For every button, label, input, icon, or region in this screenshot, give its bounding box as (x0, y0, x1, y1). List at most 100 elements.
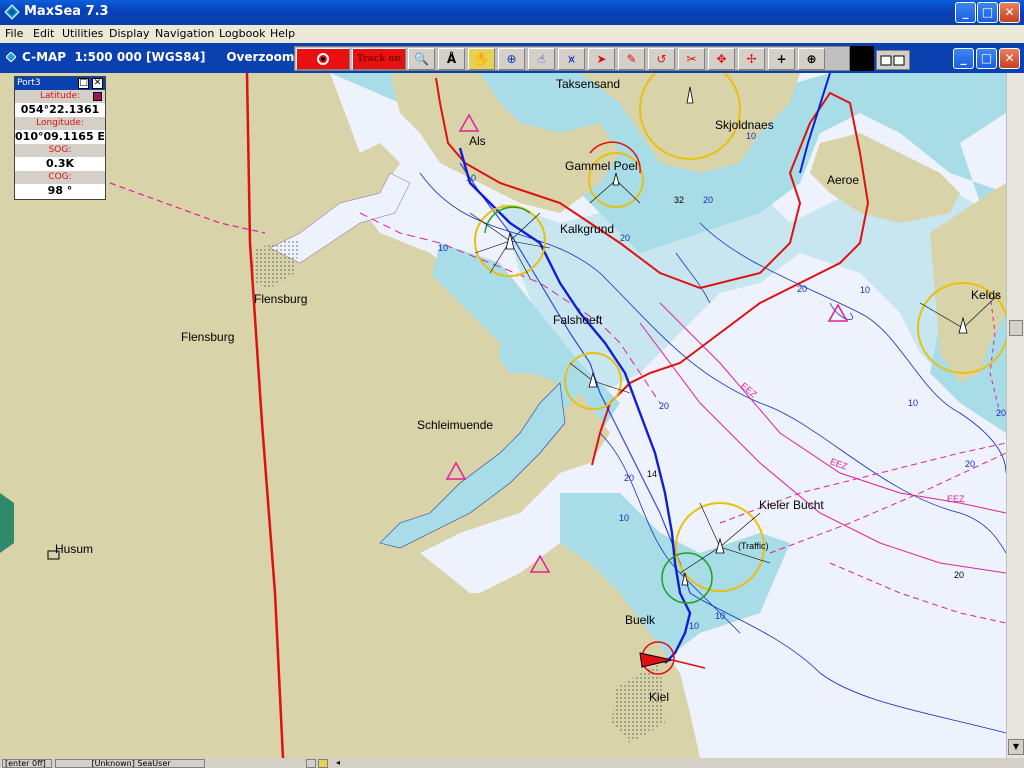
chart-toolbar: C-MAP 1:500 000 [WGS84] Overzoom Track o… (0, 43, 1024, 73)
pencil-button[interactable]: ✎ (618, 48, 645, 70)
cursor-icon: ➤ (596, 52, 607, 66)
scissors-button[interactable]: ✂ (678, 48, 705, 70)
land-mass (0, 493, 14, 553)
measure-icon: ⩙ (568, 52, 575, 66)
pan-button[interactable]: ☝ (528, 48, 555, 70)
depth-sounding: 10 (746, 131, 757, 141)
status-indicator (318, 759, 328, 768)
zoom-icon: 🔍 (414, 52, 429, 66)
app-icon (4, 4, 20, 20)
chart-scale-info: C-MAP 1:500 000 [WGS84] Overzoom (22, 50, 295, 64)
zoom-button[interactable]: 🔍 (408, 48, 435, 70)
place-schleimuende: Schleimuende (417, 418, 494, 432)
target-button[interactable]: ⊕ (498, 48, 525, 70)
vertical-scrollbar[interactable]: ▼ (1006, 73, 1024, 758)
depth-sounding: 20 (703, 195, 714, 205)
plus-button[interactable]: + (768, 48, 795, 70)
menu-help[interactable]: Help (270, 27, 295, 40)
undo-icon: ↺ (656, 52, 667, 66)
move-button[interactable]: ✢ (738, 48, 765, 70)
cog-label: COG: (15, 171, 105, 184)
depth-sounding: 10 (689, 621, 700, 631)
hand-icon: ✋ (474, 52, 489, 66)
panel-close-button[interactable]: ✕ (92, 78, 103, 89)
target-icon: ⊕ (506, 52, 517, 66)
panel-title-bar[interactable]: Port3 □ ✕ (15, 77, 105, 90)
latitude-value: 054°22.1361 N (20, 103, 100, 130)
chart-icon (6, 52, 16, 62)
color-swatch[interactable] (850, 46, 874, 71)
depth-sounding: 20 (624, 473, 635, 483)
depth-sounding: 20 (954, 570, 965, 580)
depth-sounding: 20 (620, 233, 631, 243)
panel-minimize-button[interactable]: □ (78, 78, 89, 89)
depth-sounding: 20 (659, 401, 670, 411)
status-bar: [enter 0ff] [Unknown] SeaUser ◂ (0, 758, 1024, 768)
undo-button[interactable]: ↺ (648, 48, 675, 70)
menu-edit[interactable]: Edit (33, 27, 54, 40)
longitude-label: Longitude: (15, 117, 105, 130)
depth-sounding: 10 (908, 398, 919, 408)
hand-button[interactable]: ✋ (468, 48, 495, 70)
window-icon (880, 55, 905, 66)
place-taksensand: Taksensand (556, 77, 621, 91)
compass-button[interactable]: Å (438, 48, 465, 70)
place-als: Als (469, 134, 486, 148)
depth-sounding: 10 (715, 611, 726, 621)
place-flensburg: Flensburg (181, 330, 235, 344)
menu-display[interactable]: Display (109, 27, 150, 40)
depth-sounding: 10 (619, 513, 630, 523)
minimize-button[interactable]: _ (955, 2, 976, 23)
place-falshoeft: Falshoeft (553, 313, 603, 327)
scroll-down-button[interactable]: ▼ (1008, 739, 1024, 755)
place-skjoldnaes: Skjoldnaes (715, 118, 774, 132)
measure-button[interactable]: ⩙ (558, 48, 585, 70)
window-title: MaxSea 7.3 (24, 4, 109, 19)
depth-sounding: 20 (797, 284, 808, 294)
scrollbar-thumb[interactable] (1009, 320, 1023, 336)
latitude-label: Latitude: (15, 90, 105, 103)
circle-plus-icon: ⊕ (806, 52, 817, 66)
place-flensburg-port: Flensburg (254, 292, 308, 306)
close-button[interactable]: ✕ (999, 2, 1020, 23)
place-aeroe: Aeroe (827, 173, 860, 187)
menu-logbook[interactable]: Logbook (219, 27, 265, 40)
depth-sounding: 10 (438, 243, 449, 253)
latitude-flag-icon[interactable] (93, 92, 102, 101)
depth-sounding: 14 (647, 469, 658, 479)
title-bar: MaxSea 7.3 _ □ ✕ (0, 0, 1024, 25)
sog-value: 0.3K (45, 157, 74, 170)
place-kalkgrund: Kalkgrund (560, 222, 615, 236)
move-icon: ✢ (746, 52, 757, 66)
circle-plus-button[interactable]: ⊕ (798, 48, 825, 70)
pencil-icon: ✎ (626, 52, 637, 66)
menu-utilities[interactable]: Utilities (62, 27, 103, 40)
menu-bar: File Edit Utilities Display Navigation L… (0, 25, 1024, 43)
place-kelds: Kelds (971, 288, 1002, 302)
pan-icon: ☝ (537, 52, 546, 66)
menu-file[interactable]: File (5, 27, 23, 40)
track-on-button[interactable]: Track on (352, 48, 406, 70)
place-gammel-poel: Gammel Poel (565, 159, 638, 173)
cog-value: 98 ° (47, 184, 73, 197)
chart-maximize-button[interactable]: □ (976, 48, 997, 69)
nautical-chart[interactable]: Taksensand Skjoldnaes Als Gammel Poel Ae… (0, 73, 1006, 758)
plus-icon: + (776, 52, 787, 66)
position-panel[interactable]: Port3 □ ✕ Latitude: 054°22.1361 N Longit… (14, 76, 106, 200)
route-button[interactable]: ✥ (708, 48, 735, 70)
chart-close-button[interactable]: ✕ (999, 48, 1020, 69)
place-kieler-bucht: Kieler Bucht (759, 498, 824, 512)
scissors-icon: ✂ (686, 52, 697, 66)
menu-navigation[interactable]: Navigation (155, 27, 214, 40)
status-mode: [enter 0ff] (2, 759, 52, 768)
cursor-button[interactable]: ➤ (588, 48, 615, 70)
maximize-button[interactable]: □ (977, 2, 998, 23)
record-icon (317, 53, 329, 65)
place-buelk: Buelk (625, 613, 656, 627)
window-mode-button[interactable] (876, 50, 910, 70)
record-button[interactable] (296, 48, 350, 70)
status-user: [Unknown] SeaUser (55, 759, 205, 768)
place-husum: Husum (55, 542, 94, 556)
hscroll-left-button[interactable]: ◂ (334, 759, 344, 768)
chart-minimize-button[interactable]: _ (953, 48, 974, 69)
